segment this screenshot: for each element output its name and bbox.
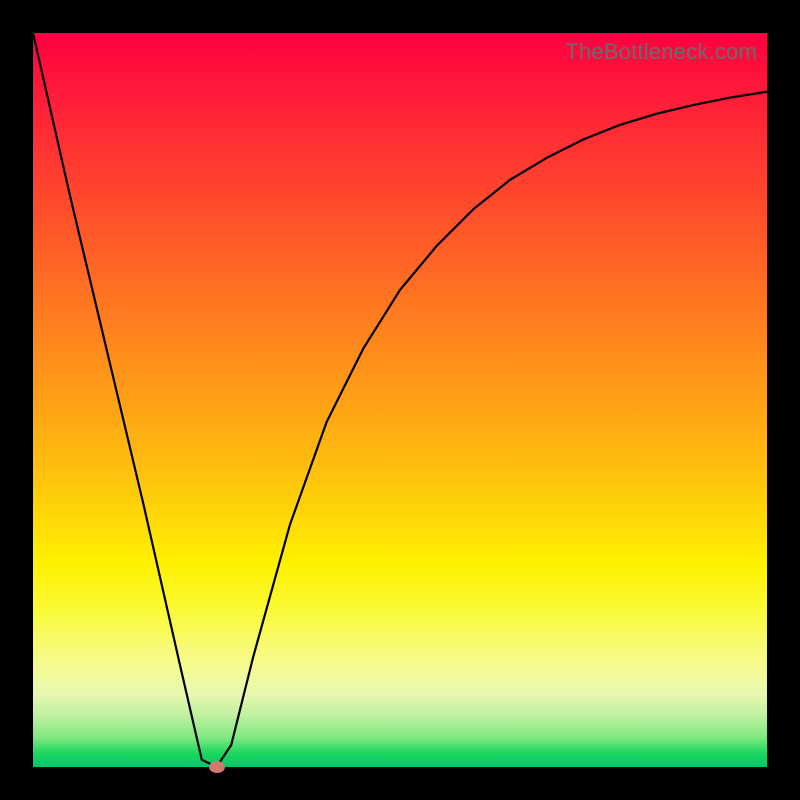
bottleneck-curve xyxy=(33,33,767,767)
optimum-marker xyxy=(209,761,225,773)
curve-path xyxy=(33,33,767,767)
chart-frame: TheBottleneck.com xyxy=(0,0,800,800)
plot-area: TheBottleneck.com xyxy=(33,33,767,767)
